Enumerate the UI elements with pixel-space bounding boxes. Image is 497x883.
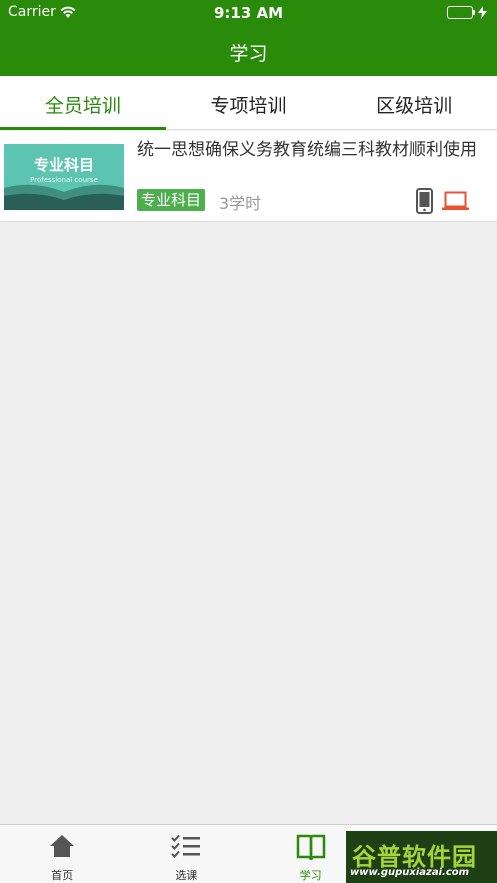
nav-bar: 学习 <box>0 26 497 76</box>
tabbar-item-select-course[interactable]: 选课 <box>124 825 248 883</box>
status-time: 9:13 AM <box>213 4 284 22</box>
course-title: 统一思想确保义务教育统编三科教材顺利使用 <box>137 140 477 160</box>
course-thumbnail: 专业科目 Professional course <box>4 144 124 210</box>
status-bar: Carrier 9:13 AM <box>0 0 497 26</box>
watermark-logo: 谷普软件园 www.gupuxiazai.com <box>346 831 497 883</box>
tabbar-label: 选课 <box>175 869 198 882</box>
laptop-icon <box>442 191 469 215</box>
course-hours: 3学时 <box>219 194 262 213</box>
tab-district-training[interactable]: 区级培训 <box>331 76 497 129</box>
tab-special-training[interactable]: 专项培训 <box>166 76 332 129</box>
battery-icon <box>447 6 487 19</box>
thumbnail-subtitle: Professional course <box>30 176 98 184</box>
watermark-url: www.gupuxiazai.com <box>350 867 470 878</box>
training-tabs: 全员培训 专项培训 区级培训 <box>0 76 497 130</box>
tab-all-staff-training[interactable]: 全员培训 <box>0 76 166 130</box>
tabbar-item-home[interactable]: 首页 <box>0 825 124 883</box>
thumbnail-title: 专业科目 <box>33 156 94 174</box>
course-list: 专业科目 Professional course 统一思想确保义务教育统编三科教… <box>0 131 497 222</box>
tabbar-label: 首页 <box>51 869 74 882</box>
list-item[interactable]: 专业科目 Professional course 统一思想确保义务教育统编三科教… <box>0 131 497 221</box>
course-category-badge: 专业科目 <box>137 189 206 211</box>
home-icon <box>49 834 75 862</box>
book-icon <box>296 834 326 866</box>
mobile-icon <box>416 188 433 218</box>
page-title: 学习 <box>229 43 268 65</box>
checklist-icon <box>171 834 201 862</box>
